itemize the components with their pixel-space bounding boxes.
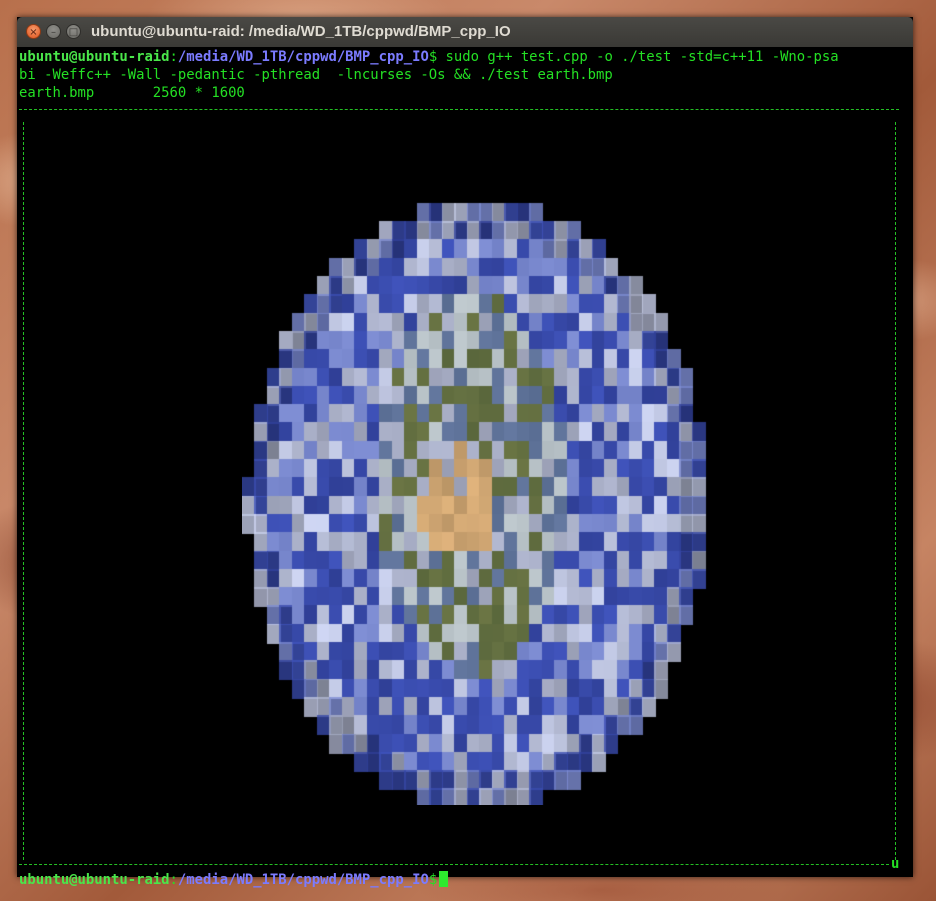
text-cursor (439, 871, 449, 887)
prompt-separator: : (169, 49, 178, 65)
prompt-user: ubuntu@ubuntu-raid (19, 49, 170, 65)
frame-right-border (895, 122, 896, 860)
frame-corner-char: u (891, 856, 900, 872)
prompt-line: ubuntu@ubuntu-raid:/media/WD_1TB/cppwd/B… (19, 871, 449, 889)
terminal-window: × – □ ubuntu@ubuntu-raid: /media/WD_1TB/… (17, 17, 913, 888)
frame-bottom-border (19, 864, 889, 865)
terminal-area[interactable]: ubuntu@ubuntu-raid:/media/WD_1TB/cppwd/B… (17, 47, 913, 888)
maximize-button[interactable]: □ (66, 24, 81, 39)
maximize-icon: □ (68, 27, 79, 38)
prompt-path: /media/WD_1TB/cppwd/BMP_cpp_IO (177, 872, 429, 888)
output-line: earth.bmp 2560 * 1600 (19, 85, 245, 101)
prompt-symbol: $ (428, 49, 438, 65)
prompt-path: /media/WD_1TB/cppwd/BMP_cpp_IO (177, 49, 429, 65)
command-line-2: bi -Weffc++ -Wall -pedantic -pthread -ln… (19, 67, 613, 83)
window-title: ubuntu@ubuntu-raid: /media/WD_1TB/cppwd/… (91, 23, 511, 40)
minimize-button[interactable]: – (46, 24, 61, 39)
title-bar[interactable]: × – □ ubuntu@ubuntu-raid: /media/WD_1TB/… (17, 17, 913, 47)
command-text: sudo g++ test.cpp -o ./test -std=c++11 -… (437, 49, 839, 65)
prompt-user: ubuntu@ubuntu-raid (19, 872, 170, 888)
frame-top-border (19, 109, 899, 110)
command-line-1: ubuntu@ubuntu-raid:/media/WD_1TB/cppwd/B… (19, 48, 839, 66)
minimize-icon: – (51, 27, 56, 38)
close-button[interactable]: × (26, 24, 41, 39)
prompt-symbol: $ (428, 872, 438, 888)
frame-left-border (23, 122, 24, 860)
earth-image-render (242, 185, 712, 805)
close-icon: × (29, 27, 38, 38)
prompt-separator: : (169, 872, 178, 888)
